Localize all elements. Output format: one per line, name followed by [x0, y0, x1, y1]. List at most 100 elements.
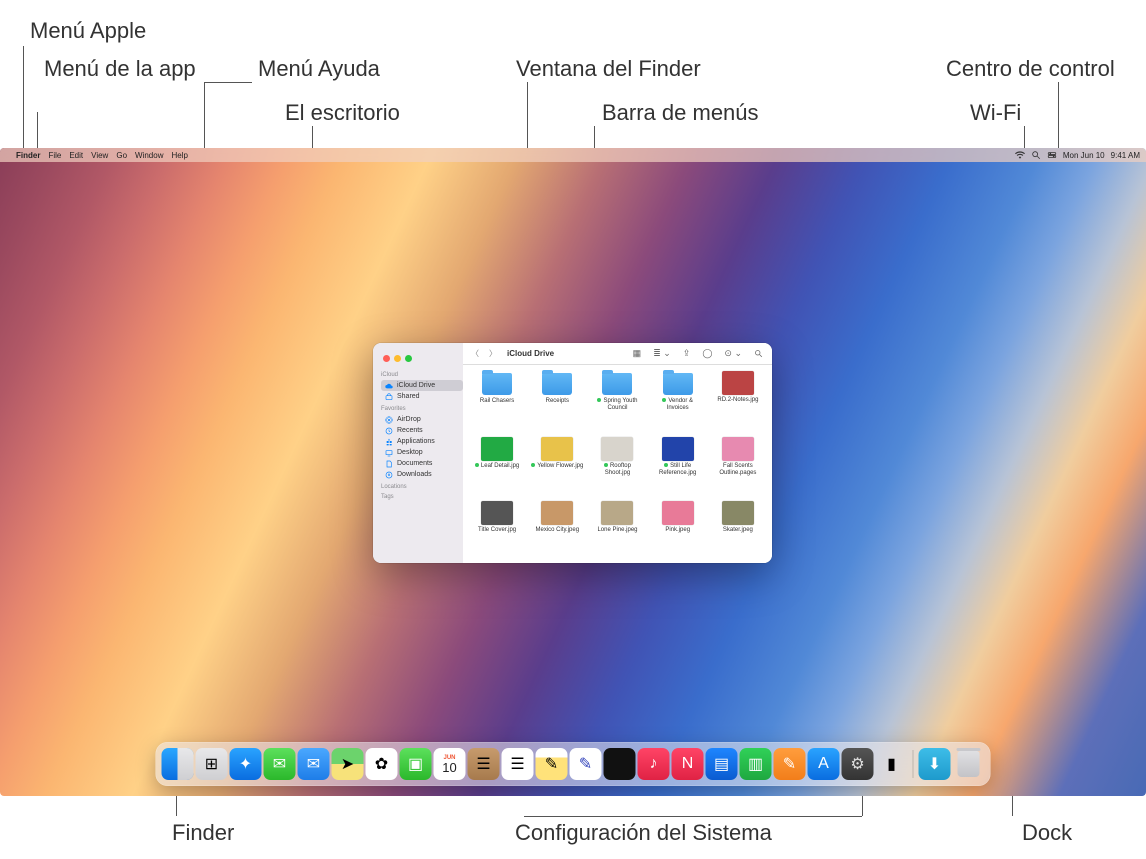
sidebar-section-label: iCloud — [381, 372, 463, 378]
dock-app-pages[interactable]: ✎ — [774, 748, 806, 780]
desktop-wallpaper[interactable]: Finder File Edit View Go Window Help Mon… — [0, 148, 1146, 796]
dock-app-music[interactable]: ♪ — [638, 748, 670, 780]
dock-app-maps[interactable]: ➤ — [332, 748, 364, 780]
file-item[interactable]: Receipts — [527, 371, 587, 435]
sidebar-item-desktop[interactable]: Desktop — [381, 447, 463, 458]
finder-window[interactable]: iCloudiCloud DriveSharedFavoritesAirDrop… — [373, 343, 772, 563]
sidebar-item-airdrop[interactable]: AirDrop — [381, 414, 463, 425]
file-item[interactable]: Pink.jpeg — [648, 501, 708, 557]
dock-app-settings[interactable]: ⚙ — [842, 748, 874, 780]
file-item[interactable]: Vendor & Invoices — [648, 371, 708, 435]
sidebar-item-icon — [385, 382, 393, 390]
finder-file-grid: Rail ChasersReceiptsSpring Youth Council… — [463, 365, 772, 563]
callout-menu-help: Menú Ayuda — [258, 56, 380, 82]
menu-window[interactable]: Window — [131, 151, 167, 160]
menubar-time[interactable]: 9:41 AM — [1111, 151, 1140, 160]
app-menu[interactable]: Finder — [12, 151, 44, 160]
callout-line — [204, 82, 252, 83]
file-item[interactable]: Leaf Detail.jpg — [467, 437, 527, 500]
sidebar-item-shared[interactable]: Shared — [381, 391, 463, 402]
file-item[interactable]: Yellow Flower.jpg — [527, 437, 587, 500]
file-name: Fall Scents Outline.pages — [711, 463, 765, 477]
image-thumb — [601, 501, 633, 525]
dock-app-safari[interactable]: ✦ — [230, 748, 262, 780]
view-icons-icon[interactable]: ▦ — [630, 348, 645, 359]
dock-app-reminders[interactable]: ☰ — [502, 748, 534, 780]
nav-forward-icon[interactable]: 〉 — [487, 348, 499, 359]
sidebar-item-recents[interactable]: Recents — [381, 425, 463, 436]
image-thumb — [541, 437, 573, 461]
search-icon[interactable] — [751, 349, 766, 358]
sidebar-item-icon — [385, 393, 393, 401]
file-item[interactable]: Fall Scents Outline.pages — [708, 437, 768, 500]
sidebar-item-label: Desktop — [397, 449, 423, 456]
sidebar-item-icon — [385, 427, 393, 435]
dock-app-launchpad[interactable]: ⊞ — [196, 748, 228, 780]
sidebar-item-downloads[interactable]: Downloads — [381, 469, 463, 480]
dock-app-mail[interactable]: ✉ — [298, 748, 330, 780]
dock-app-calendar[interactable]: JUN10 — [434, 748, 466, 780]
menu-file[interactable]: File — [44, 151, 65, 160]
zoom-button[interactable] — [405, 355, 412, 362]
menu-edit[interactable]: Edit — [65, 151, 87, 160]
dock-app-freeform[interactable]: ✎ — [570, 748, 602, 780]
file-item[interactable]: Rooftop Shoot.jpg — [587, 437, 647, 500]
sidebar-item-icon — [385, 438, 393, 446]
sidebar-item-applications[interactable]: Applications — [381, 436, 463, 447]
callout-dock: Dock — [1022, 820, 1072, 846]
file-item[interactable]: Spring Youth Council — [587, 371, 647, 435]
sidebar-item-icon — [385, 416, 393, 424]
dock-app-notes[interactable]: ✎ — [536, 748, 568, 780]
callout-line — [204, 82, 205, 154]
sidebar-item-label: AirDrop — [397, 416, 421, 423]
menubar-status: Mon Jun 10 9:41 AM — [1015, 150, 1140, 160]
trash-icon — [958, 751, 980, 777]
action-icon[interactable]: ⊙ ⌄ — [721, 348, 745, 359]
menu-go[interactable]: Go — [112, 151, 131, 160]
sidebar-item-documents[interactable]: Documents — [381, 458, 463, 469]
dock-app-news[interactable]: N — [672, 748, 704, 780]
file-item[interactable]: Mexico City.jpeg — [527, 501, 587, 557]
share-icon[interactable]: ⇪ — [680, 348, 694, 359]
file-name: RD.2-Notes.jpg — [717, 397, 758, 404]
minimize-button[interactable] — [394, 355, 401, 362]
callout-line — [23, 46, 24, 152]
wifi-status-icon[interactable] — [1015, 150, 1025, 160]
menubar-date[interactable]: Mon Jun 10 — [1063, 151, 1105, 160]
menu-view[interactable]: View — [87, 151, 112, 160]
sidebar-item-icloud-drive[interactable]: iCloud Drive — [381, 380, 463, 391]
file-item[interactable]: Still Life Reference.jpg — [648, 437, 708, 500]
dock-downloads[interactable]: ⬇ — [919, 748, 951, 780]
folder-icon — [602, 373, 632, 395]
dock-app-keynote[interactable]: ▤ — [706, 748, 738, 780]
sidebar-item-label: Shared — [397, 393, 420, 400]
view-group-icon[interactable]: ≣ ⌄ — [650, 348, 674, 359]
file-item[interactable]: Lone Pine.jpeg — [587, 501, 647, 557]
file-item[interactable]: RD.2-Notes.jpg — [708, 371, 768, 435]
dock-app-tv[interactable] — [604, 748, 636, 780]
nav-back-icon[interactable]: 〈 — [469, 348, 481, 359]
dock-trash[interactable] — [953, 748, 985, 780]
window-controls — [381, 349, 463, 368]
control-center-icon[interactable] — [1047, 150, 1057, 160]
dock-app-facetime[interactable]: ▣ — [400, 748, 432, 780]
close-button[interactable] — [383, 355, 390, 362]
file-name: Rooftop Shoot.jpg — [590, 463, 644, 477]
file-item[interactable]: Skater.jpeg — [708, 501, 768, 557]
menu-help[interactable]: Help — [167, 151, 191, 160]
dock-app-appstore[interactable]: A — [808, 748, 840, 780]
image-thumb — [662, 437, 694, 461]
file-item[interactable]: Title Cover.jpg — [467, 501, 527, 557]
dock-app-photos[interactable]: ✿ — [366, 748, 398, 780]
dock-app-iphone-mirroring[interactable]: ▮ — [876, 748, 908, 780]
tag-icon[interactable]: ◯ — [699, 348, 715, 359]
dock-app-messages[interactable]: ✉ — [264, 748, 296, 780]
sidebar-item-icon — [385, 471, 393, 479]
dock-app-contacts[interactable]: ☰ — [468, 748, 500, 780]
image-thumb — [481, 501, 513, 525]
callout-menubar: Barra de menús — [602, 100, 759, 126]
file-item[interactable]: Rail Chasers — [467, 371, 527, 435]
spotlight-icon[interactable] — [1031, 150, 1041, 160]
dock-app-numbers[interactable]: ▥ — [740, 748, 772, 780]
dock-app-finder[interactable] — [162, 748, 194, 780]
